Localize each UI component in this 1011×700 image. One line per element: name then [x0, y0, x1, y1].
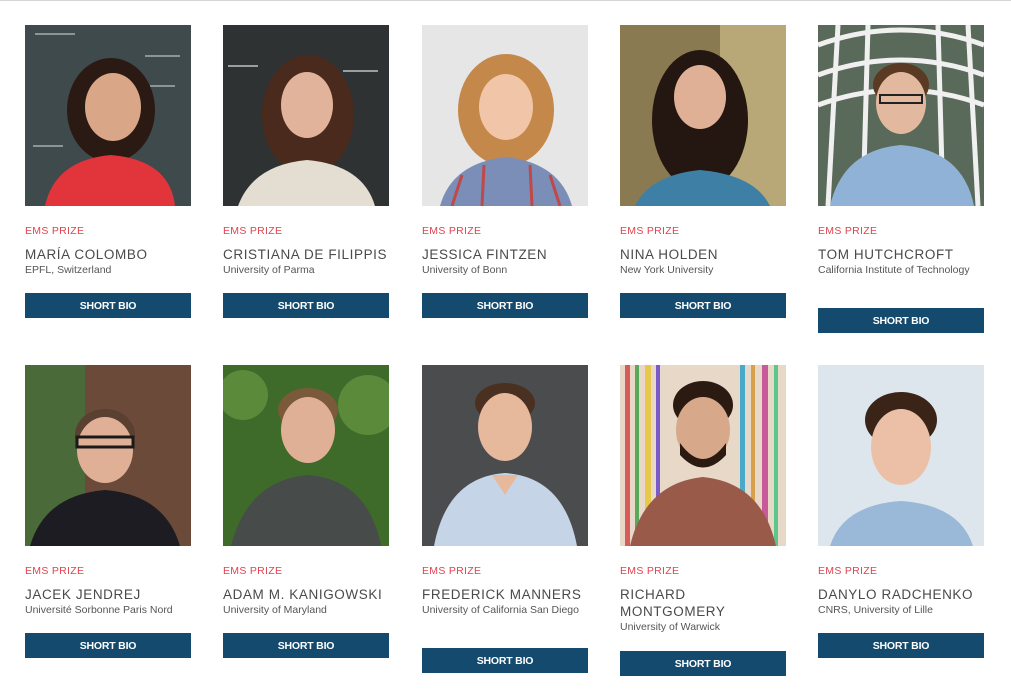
person-name: CRISTIANA DE FILIPPIS [223, 247, 388, 262]
person-name: ADAM M. KANIGOWSKI [223, 587, 383, 602]
short-bio-button[interactable]: SHORT BIO [818, 308, 984, 333]
person-affiliation: University of Maryland [223, 604, 327, 616]
prize-tag: EMS PRIZE [422, 225, 482, 237]
portrait-photo [422, 365, 588, 546]
person-affiliation: CNRS, University of Lille [818, 604, 933, 616]
portrait-photo [25, 365, 191, 546]
prize-tag: EMS PRIZE [25, 225, 85, 237]
portrait-photo [818, 25, 984, 206]
portrait-photo [620, 365, 786, 546]
person-name: DANYLO RADCHENKO [818, 587, 974, 602]
person-affiliation: University of Bonn [422, 264, 508, 276]
short-bio-button[interactable]: SHORT BIO [422, 293, 588, 318]
person-name: JACEK JENDREJ [25, 587, 141, 602]
short-bio-button[interactable]: SHORT BIO [620, 651, 786, 676]
portrait-photo [620, 25, 786, 206]
person-affiliation: University of California San Diego [422, 604, 579, 616]
person-name: NINA HOLDEN [620, 247, 719, 262]
prize-tag: EMS PRIZE [422, 565, 482, 577]
person-affiliation: California Institute of Technology [818, 264, 970, 276]
prize-winners-grid: EMS PRIZE MARÍA COLOMBO EPFL, Switzerlan… [0, 0, 1011, 700]
short-bio-button[interactable]: SHORT BIO [25, 293, 191, 318]
short-bio-button[interactable]: SHORT BIO [223, 633, 389, 658]
short-bio-button[interactable]: SHORT BIO [422, 648, 588, 673]
portrait-photo [818, 365, 984, 546]
short-bio-button[interactable]: SHORT BIO [223, 293, 389, 318]
portrait-photo [25, 25, 191, 206]
person-affiliation: Université Sorbonne Paris Nord [25, 604, 173, 616]
short-bio-button[interactable]: SHORT BIO [620, 293, 786, 318]
prize-tag: EMS PRIZE [818, 225, 878, 237]
prize-tag: EMS PRIZE [223, 225, 283, 237]
short-bio-button[interactable]: SHORT BIO [25, 633, 191, 658]
prize-tag: EMS PRIZE [620, 565, 680, 577]
portrait-photo [422, 25, 588, 206]
prize-tag: EMS PRIZE [223, 565, 283, 577]
person-name: TOM HUTCHCROFT [818, 247, 954, 262]
prize-tag: EMS PRIZE [818, 565, 878, 577]
person-name: JESSICA FINTZEN [422, 247, 548, 262]
person-affiliation: New York University [620, 264, 714, 276]
portrait-photo [223, 25, 389, 206]
person-affiliation: EPFL, Switzerland [25, 264, 112, 276]
person-affiliation: University of Parma [223, 264, 315, 276]
person-name: MARÍA COLOMBO [25, 247, 148, 262]
person-name: RICHARD MONTGOMERY [620, 587, 726, 619]
portrait-photo [223, 365, 389, 546]
prize-tag: EMS PRIZE [620, 225, 680, 237]
person-affiliation: University of Warwick [620, 621, 720, 633]
prize-tag: EMS PRIZE [25, 565, 85, 577]
short-bio-button[interactable]: SHORT BIO [818, 633, 984, 658]
person-name: FREDERICK MANNERS [422, 587, 582, 602]
